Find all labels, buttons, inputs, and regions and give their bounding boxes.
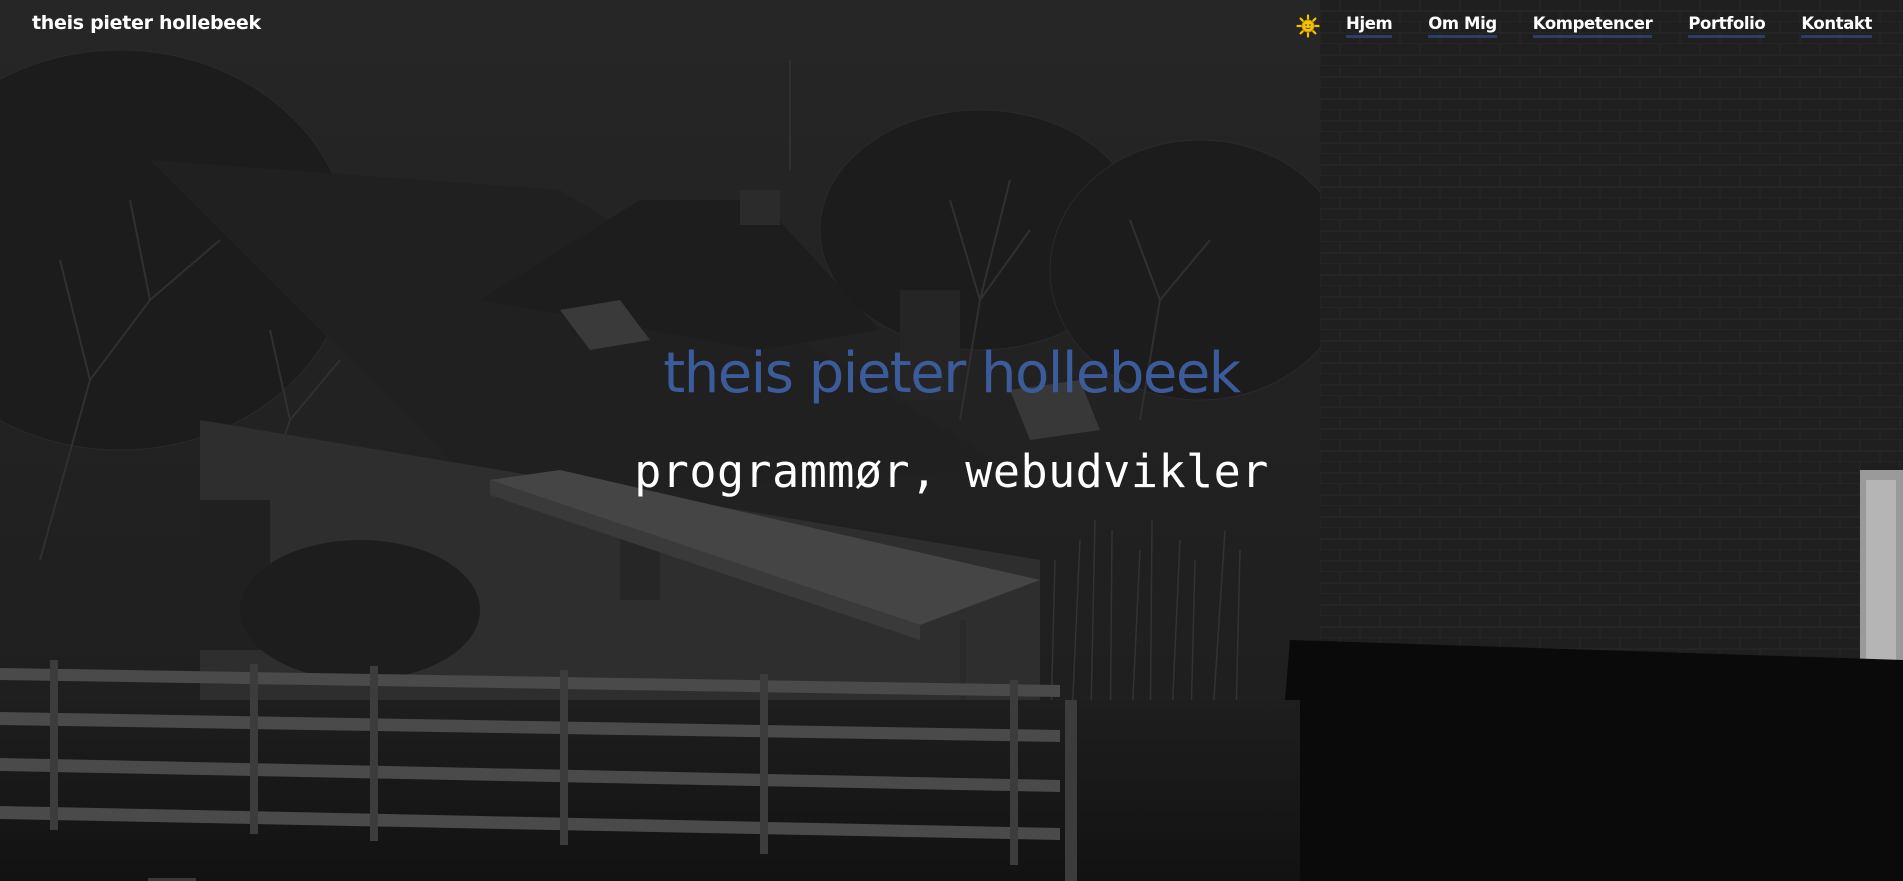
hero-title: theis pieter hollebeek — [663, 341, 1241, 406]
hero-section: theis pieter hollebeek programmør, webud… — [0, 0, 1903, 881]
hero-subtitle: programmør, webudvikler — [634, 445, 1269, 498]
page: theis pieter hollebeek Hjem Om Mig Kompe… — [0, 0, 1903, 881]
